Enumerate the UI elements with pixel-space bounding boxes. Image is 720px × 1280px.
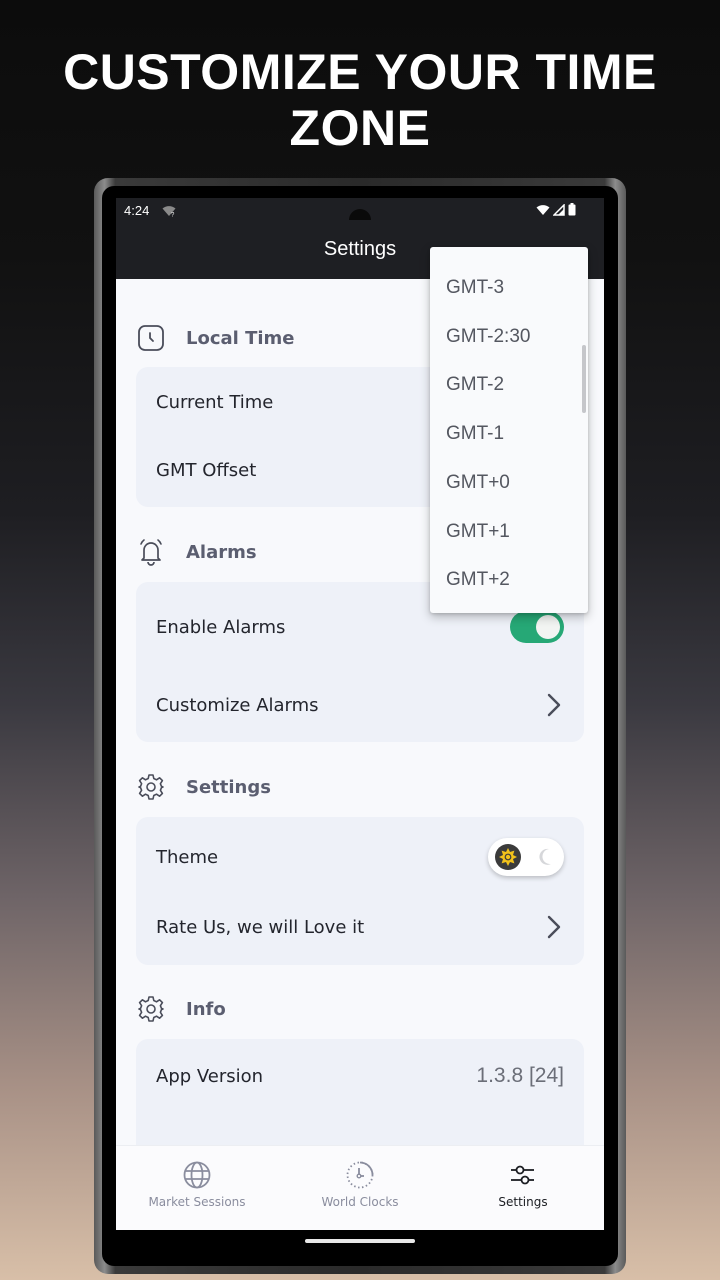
dropdown-option[interactable]: GMT+1 xyxy=(430,508,588,557)
section-label-local-time: Local Time xyxy=(186,327,295,349)
camera-cutout xyxy=(349,209,371,220)
chevron-right-icon xyxy=(544,914,564,940)
promo-title-line1: CUSTOMIZE YOUR TIME xyxy=(63,44,657,100)
card-info: App Version 1.3.8 [24] xyxy=(136,1039,584,1159)
moon-icon xyxy=(536,847,554,872)
gmt-offset-dropdown: GMT-3 GMT-2:30 GMT-2 GMT-1 GMT+0 GMT+1 G… xyxy=(430,247,588,613)
chevron-right-icon xyxy=(544,692,564,718)
nav-item-market-sessions[interactable]: Market Sessions xyxy=(116,1146,278,1230)
status-time: 4:24 xyxy=(124,203,150,218)
promo-title-line2: ZONE xyxy=(289,100,431,156)
sliders-icon xyxy=(508,1160,538,1190)
toggle-knob xyxy=(536,615,560,639)
card-settings: Theme Rate Us, we will Love it xyxy=(136,817,584,965)
section-header-info: Info xyxy=(136,994,226,1024)
home-indicator[interactable] xyxy=(305,1239,415,1243)
row-label: Theme xyxy=(156,846,219,868)
section-label-alarms: Alarms xyxy=(186,541,257,563)
promo-title: CUSTOMIZE YOUR TIME ZONE xyxy=(0,44,720,156)
nav-label: Settings xyxy=(498,1195,548,1209)
clock-icon xyxy=(136,323,166,353)
globe-icon xyxy=(182,1160,212,1190)
dropdown-option[interactable]: GMT+0 xyxy=(430,459,588,508)
app-version-value: 1.3.8 [24] xyxy=(476,1064,564,1087)
wifi-question-icon: ? xyxy=(162,204,176,222)
row-app-version: App Version 1.3.8 [24] xyxy=(136,1053,584,1099)
signal-icon xyxy=(552,203,565,221)
section-header-alarms: Alarms xyxy=(136,537,257,567)
nav-item-settings[interactable]: Settings xyxy=(442,1146,604,1230)
bottom-nav: Market Sessions World Clocks Settings xyxy=(116,1145,604,1230)
section-label-settings: Settings xyxy=(186,776,271,798)
row-rate-us[interactable]: Rate Us, we will Love it xyxy=(136,904,584,950)
world-clock-icon xyxy=(345,1160,375,1190)
gear-icon xyxy=(136,994,166,1024)
bell-icon xyxy=(136,537,166,567)
dropdown-option[interactable]: GMT+2 xyxy=(430,556,588,605)
section-label-info: Info xyxy=(186,998,226,1020)
status-icons xyxy=(536,203,576,221)
dropdown-option[interactable]: GMT-2:30 xyxy=(430,313,588,362)
nav-label: Market Sessions xyxy=(148,1195,246,1209)
nav-item-world-clocks[interactable]: World Clocks xyxy=(279,1146,441,1230)
nav-label: World Clocks xyxy=(321,1195,399,1209)
row-theme: Theme xyxy=(136,834,584,880)
row-label: App Version xyxy=(156,1065,264,1087)
theme-toggle[interactable] xyxy=(488,838,564,876)
section-header-local-time: Local Time xyxy=(136,323,295,353)
dropdown-scrollbar[interactable] xyxy=(582,345,586,413)
row-label: Rate Us, we will Love it xyxy=(156,916,365,938)
sun-icon xyxy=(495,844,521,870)
enable-alarms-toggle[interactable] xyxy=(510,611,564,643)
row-label: Customize Alarms xyxy=(156,694,319,716)
wifi-icon xyxy=(536,203,550,221)
section-header-settings: Settings xyxy=(136,772,271,802)
battery-icon xyxy=(568,203,576,221)
row-label: Enable Alarms xyxy=(156,616,286,638)
gear-icon xyxy=(136,772,166,802)
row-customize-alarms[interactable]: Customize Alarms xyxy=(136,682,584,728)
dropdown-option[interactable]: GMT-3 xyxy=(430,264,588,313)
dropdown-option[interactable]: GMT-2 xyxy=(430,361,588,410)
dropdown-option[interactable]: GMT-1 xyxy=(430,410,588,459)
svg-text:?: ? xyxy=(171,213,175,218)
